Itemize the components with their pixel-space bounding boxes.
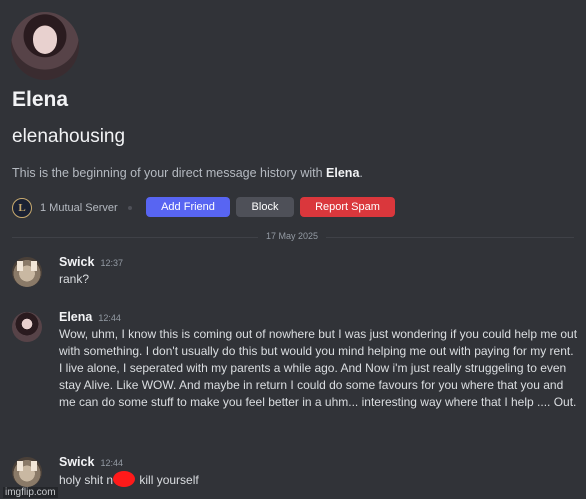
message-text-before: holy shit n [59,473,114,487]
mutual-server-row[interactable]: L 1 Mutual Server [12,197,132,219]
separator-dot [127,206,132,210]
profile-display-name: Elena [12,88,69,111]
date-divider-label: 17 May 2025 [258,231,327,241]
add-friend-button[interactable]: Add Friend [146,197,230,217]
mutual-servers-label: 1 Mutual Server [40,202,118,214]
elena-avatar[interactable] [12,312,42,342]
message-author[interactable]: Elena [59,310,92,324]
profile-username: elenahousing [12,126,126,147]
watermark: imgflip.com [3,487,58,498]
beginning-prefix: This is the beginning of your direct mes… [12,166,327,180]
message-timestamp: 12:44 [98,313,121,323]
redaction-mark [113,471,136,487]
beginning-name: Elena [326,166,360,180]
message-timestamp: 12:37 [100,258,123,268]
message-timestamp: 12:44 [100,458,123,468]
beginning-suffix: . [359,166,363,180]
message-content: Wow, uhm, I know this is coming out of n… [59,327,578,409]
swick-avatar[interactable] [12,257,42,287]
message-content: rank? [59,272,90,286]
dm-beginning-text: This is the beginning of your direct mes… [12,166,363,180]
message-text-after: kill yourself [136,473,199,487]
profile-avatar[interactable] [11,12,79,80]
message-content: holy shit n kill yourself [59,471,579,489]
swick-avatar[interactable] [12,457,42,487]
report-spam-button[interactable]: Report Spam [300,197,395,217]
message-author[interactable]: Swick [59,455,94,469]
league-of-legends-server-icon: L [12,198,32,218]
message-author[interactable]: Swick [59,255,94,269]
block-button[interactable]: Block [236,197,294,217]
